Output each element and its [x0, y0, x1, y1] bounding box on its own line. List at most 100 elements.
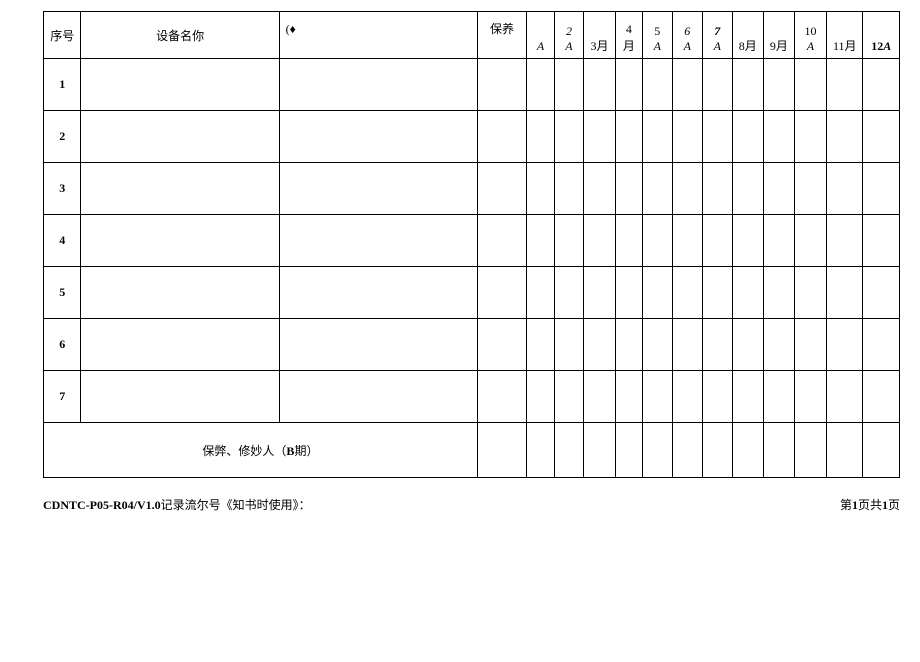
page-indicator: 第1页共1页 [840, 496, 900, 513]
header-name: 设备名你 [81, 12, 279, 59]
cell-m12 [863, 371, 900, 423]
table-container: 序号 设备名你 (♦ 保养 A 2A 3月 4月 5A 6A 7A 8月 9月 … [43, 11, 900, 478]
cell-symbol [279, 371, 477, 423]
table-row: 5 [44, 267, 900, 319]
footer-label-cell: 保弊、修妙人（B期） [44, 423, 478, 478]
cell-m9 [763, 163, 794, 215]
cell-m1 [527, 267, 555, 319]
cell-m2 [554, 163, 583, 215]
cell-m7 [702, 215, 732, 267]
cell-m9 [763, 267, 794, 319]
footer-cell [732, 423, 763, 478]
cell-m11 [827, 59, 863, 111]
cell-m6 [672, 111, 702, 163]
cell-m12 [863, 59, 900, 111]
cell-symbol [279, 59, 477, 111]
cell-maint [477, 111, 526, 163]
cell-m8 [732, 215, 763, 267]
cell-symbol [279, 267, 477, 319]
header-month-8: 8月 [732, 12, 763, 59]
cell-m7 [702, 319, 732, 371]
header-seq: 序号 [44, 12, 81, 59]
header-month-6: 6A [672, 12, 702, 59]
footer-cell [642, 423, 672, 478]
row-number: 3 [44, 163, 81, 215]
cell-m11 [827, 319, 863, 371]
table-header-row: 序号 设备名你 (♦ 保养 A 2A 3月 4月 5A 6A 7A 8月 9月 … [44, 12, 900, 59]
cell-m8 [732, 371, 763, 423]
cell-m3 [583, 59, 615, 111]
cell-m1 [527, 319, 555, 371]
footer-cell [554, 423, 583, 478]
cell-m10 [794, 215, 826, 267]
cell-m8 [732, 111, 763, 163]
cell-m6 [672, 371, 702, 423]
footer-cell [763, 423, 794, 478]
header-month-9: 9月 [763, 12, 794, 59]
cell-m2 [554, 267, 583, 319]
cell-m10 [794, 59, 826, 111]
header-month-5: 5A [642, 12, 672, 59]
cell-m12 [863, 267, 900, 319]
cell-m10 [794, 163, 826, 215]
cell-name [81, 319, 279, 371]
cell-m8 [732, 59, 763, 111]
cell-maint [477, 163, 526, 215]
cell-m12 [863, 215, 900, 267]
cell-m12 [863, 111, 900, 163]
cell-m2 [554, 371, 583, 423]
cell-m4 [616, 371, 643, 423]
cell-m4 [616, 267, 643, 319]
cell-m6 [672, 319, 702, 371]
cell-m3 [583, 267, 615, 319]
cell-m6 [672, 59, 702, 111]
cell-m1 [527, 111, 555, 163]
table-row: 7 [44, 371, 900, 423]
footer-cell [583, 423, 615, 478]
table-row: 1 [44, 59, 900, 111]
cell-symbol [279, 163, 477, 215]
cell-m9 [763, 371, 794, 423]
cell-m11 [827, 163, 863, 215]
cell-m9 [763, 319, 794, 371]
cell-m11 [827, 267, 863, 319]
cell-m4 [616, 215, 643, 267]
footer-cell [863, 423, 900, 478]
cell-m1 [527, 215, 555, 267]
bottom-text-row: CDNTC-P05-R04/V1.0记录流尔号《知书时使用》： 第1页共1页 [43, 496, 900, 513]
cell-symbol [279, 111, 477, 163]
cell-m2 [554, 111, 583, 163]
header-symbol: (♦ [279, 12, 477, 59]
table-row: 3 [44, 163, 900, 215]
footer-cell [794, 423, 826, 478]
cell-m3 [583, 163, 615, 215]
cell-maint [477, 267, 526, 319]
cell-m7 [702, 163, 732, 215]
cell-m5 [642, 215, 672, 267]
row-number: 6 [44, 319, 81, 371]
cell-m9 [763, 59, 794, 111]
cell-m4 [616, 59, 643, 111]
cell-m7 [702, 111, 732, 163]
cell-name [81, 111, 279, 163]
row-number: 7 [44, 371, 81, 423]
table-footer-row: 保弊、修妙人（B期） [44, 423, 900, 478]
cell-m8 [732, 163, 763, 215]
header-month-12: 12A [863, 12, 900, 59]
cell-m1 [527, 371, 555, 423]
row-number: 4 [44, 215, 81, 267]
table-body: 1 2 [44, 59, 900, 478]
cell-m9 [763, 111, 794, 163]
cell-m11 [827, 215, 863, 267]
cell-m7 [702, 59, 732, 111]
cell-m6 [672, 267, 702, 319]
cell-name [81, 163, 279, 215]
header-month-7: 7A [702, 12, 732, 59]
cell-m5 [642, 59, 672, 111]
header-month-2: 2A [554, 12, 583, 59]
cell-symbol [279, 319, 477, 371]
cell-m12 [863, 163, 900, 215]
cell-name [81, 215, 279, 267]
cell-m7 [702, 371, 732, 423]
cell-m1 [527, 163, 555, 215]
